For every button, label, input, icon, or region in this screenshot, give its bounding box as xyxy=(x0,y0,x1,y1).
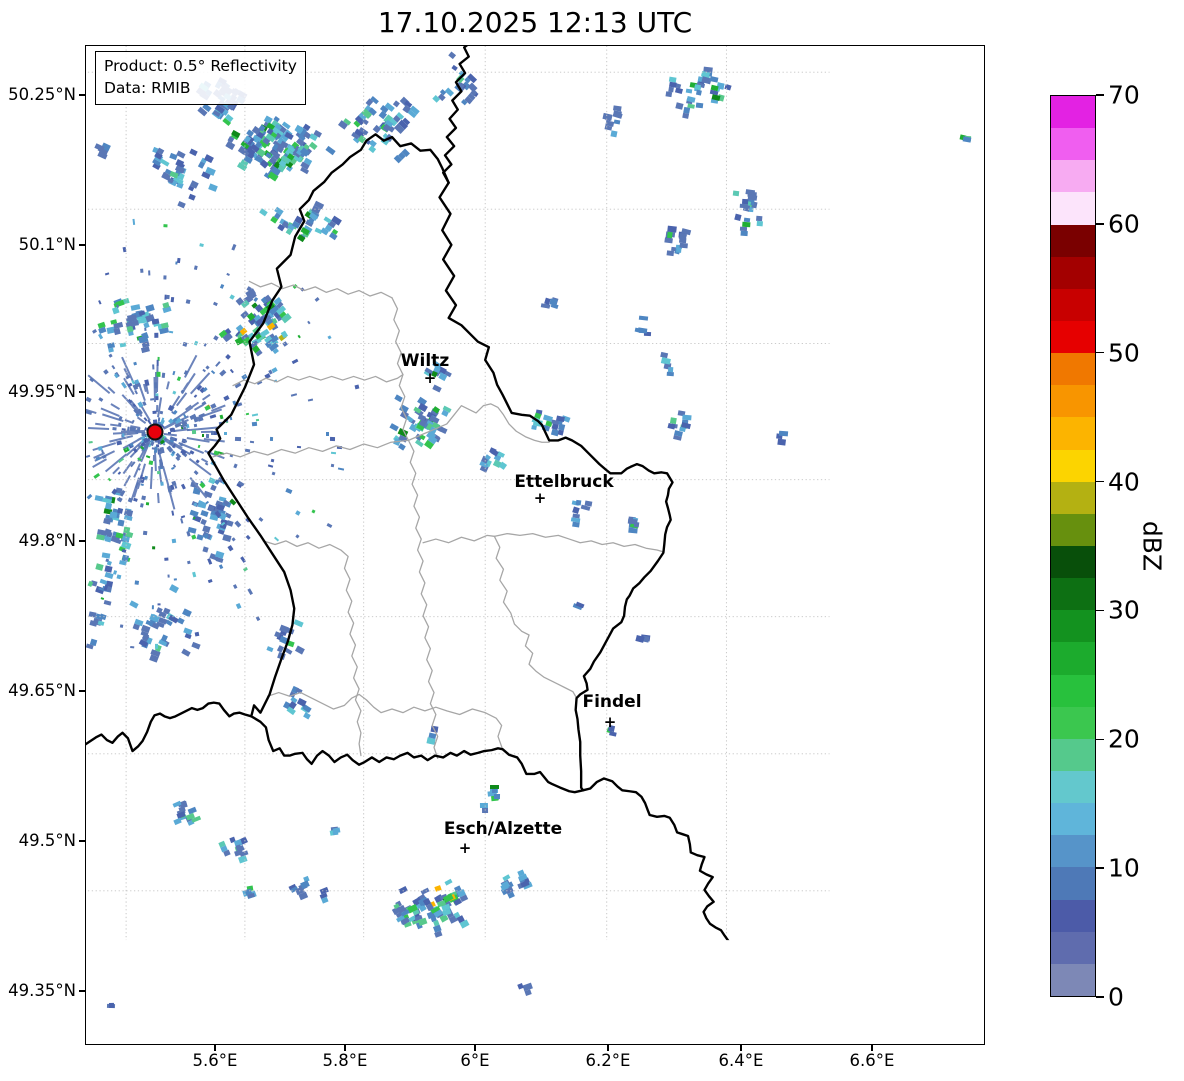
x-tick-label: 6°E xyxy=(460,1051,490,1070)
colorbar-segment xyxy=(1051,192,1095,225)
map-borders-svg xyxy=(85,45,830,941)
colorbar-tick-label: 0 xyxy=(1108,982,1124,1012)
colorbar-tickmark xyxy=(1096,867,1104,869)
city-label: Esch/Alzette xyxy=(443,819,563,839)
colorbar-segment xyxy=(1051,417,1095,450)
colorbar-segment xyxy=(1051,320,1095,354)
data-source-line: Data: RMIB xyxy=(104,79,191,98)
colorbar-segment xyxy=(1051,256,1095,289)
product-info-box: Product: 0.5° Reflectivity Data: RMIB xyxy=(95,51,306,105)
colorbar-segment xyxy=(1051,545,1095,579)
x-tickmark xyxy=(214,1045,216,1051)
colorbar-tick-label: 20 xyxy=(1108,724,1140,754)
colorbar-tick-label: 10 xyxy=(1108,853,1140,883)
radar-site-marker xyxy=(146,423,164,441)
city-marker: + xyxy=(603,713,617,731)
colorbar-segment xyxy=(1051,481,1095,514)
colorbar xyxy=(1050,95,1096,997)
colorbar-segment xyxy=(1051,288,1095,321)
colorbar-tickmark xyxy=(1096,738,1104,740)
colorbar-tickmark xyxy=(1096,223,1104,225)
y-tick-label: 49.65°N xyxy=(8,681,76,700)
colorbar-segment xyxy=(1051,449,1095,482)
x-tick-label: 5.8°E xyxy=(322,1051,368,1070)
y-tick-label: 50.1°N xyxy=(18,235,76,254)
colorbar-tickmark xyxy=(1096,996,1104,998)
colorbar-segment xyxy=(1051,899,1095,932)
colorbar-tickmark xyxy=(1096,609,1104,612)
colorbar-segment xyxy=(1051,610,1095,643)
x-tick-label: 6.4°E xyxy=(718,1051,764,1070)
y-tick-label: 49.95°N xyxy=(8,382,76,401)
gridlines xyxy=(85,45,830,941)
colorbar-tick-label: 40 xyxy=(1108,467,1140,497)
x-tickmark xyxy=(607,1045,609,1051)
colorbar-axis-label: dBZ xyxy=(1137,520,1167,572)
x-tickmark xyxy=(344,1045,346,1051)
radar-screenshot-root: { "header": { "title": "17.10.2025 12:13… xyxy=(0,0,1184,1081)
y-tick-label: 50.25°N xyxy=(8,85,76,104)
colorbar-segment xyxy=(1051,674,1095,707)
country-borders xyxy=(85,45,730,941)
colorbar-segment xyxy=(1051,128,1095,161)
colorbar-segment xyxy=(1051,770,1095,804)
colorbar-segment xyxy=(1051,931,1095,964)
x-tickmark xyxy=(740,1045,742,1051)
y-tick-label: 49.8°N xyxy=(18,531,76,550)
colorbar-segment xyxy=(1051,160,1095,193)
colorbar-segment xyxy=(1051,867,1095,900)
colorbar-segment xyxy=(1051,963,1095,996)
colorbar-segment xyxy=(1051,353,1095,386)
city-label: Findel xyxy=(582,692,642,712)
colorbar-tickmark xyxy=(1096,352,1104,354)
colorbar-segment xyxy=(1051,642,1095,675)
colorbar-tick-label: 60 xyxy=(1108,209,1140,239)
x-tickmark xyxy=(871,1045,873,1051)
colorbar-segment xyxy=(1051,738,1095,771)
city-marker: + xyxy=(458,839,472,857)
colorbar-tick-label: 50 xyxy=(1108,338,1140,368)
colorbar-tick-label: 30 xyxy=(1108,595,1140,625)
x-tick-label: 6.2°E xyxy=(585,1051,631,1070)
colorbar-tickmark xyxy=(1096,480,1104,483)
colorbar-segment xyxy=(1051,513,1095,546)
product-info-line: Product: 0.5° Reflectivity xyxy=(104,57,297,75)
colorbar-tickmark xyxy=(1096,94,1104,96)
map-plot-area: Product: 0.5° Reflectivity Data: RMIB + W… xyxy=(85,45,985,1045)
x-tick-label: 5.6°E xyxy=(192,1051,238,1070)
x-tickmark xyxy=(474,1045,476,1051)
y-tick-label: 49.5°N xyxy=(18,831,76,850)
city-marker: + xyxy=(423,369,437,387)
colorbar-tick-label: 70 xyxy=(1108,80,1140,110)
colorbar-segment xyxy=(1051,578,1095,611)
plot-title: 17.10.2025 12:13 UTC xyxy=(377,6,693,39)
colorbar-segment xyxy=(1051,706,1095,739)
colorbar-segment xyxy=(1051,224,1095,257)
colorbar-segment xyxy=(1051,835,1095,868)
colorbar-segment xyxy=(1051,803,1095,836)
city-label: Wiltz xyxy=(400,351,450,371)
colorbar-segment xyxy=(1051,96,1095,129)
y-tick-label: 49.35°N xyxy=(8,981,76,1000)
colorbar-segment xyxy=(1051,385,1095,418)
city-label: Ettelbruck xyxy=(514,472,614,492)
x-tick-label: 6.6°E xyxy=(849,1051,895,1070)
